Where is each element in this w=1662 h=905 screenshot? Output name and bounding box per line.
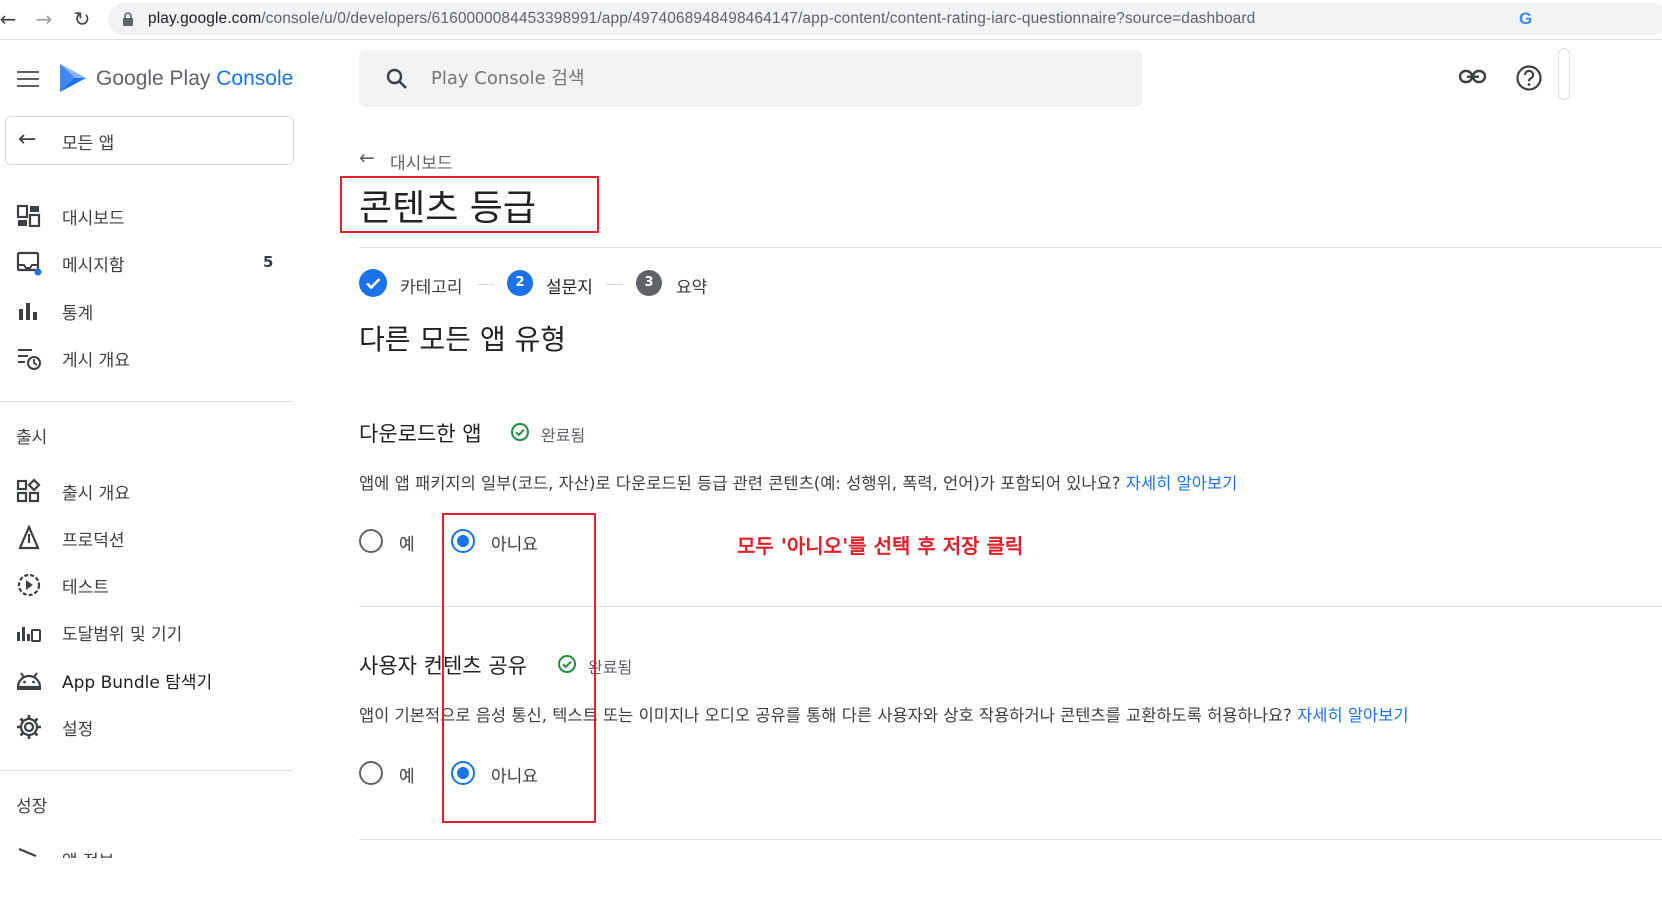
sidebar-section-release: 출시 — [16, 428, 48, 448]
help-icon[interactable] — [1515, 64, 1543, 92]
sidebar-item-reach-devices[interactable]: 도달범위 및 기기 — [0, 609, 295, 653]
sidebar-item-production[interactable]: 프로덕션 — [0, 515, 295, 559]
back-arrow-icon[interactable]: ← — [0, 6, 22, 34]
sidebar-item-release-overview[interactable]: 출시 개요 — [0, 468, 295, 512]
title-divider — [359, 247, 1662, 248]
sidebar-divider — [0, 401, 293, 402]
learn-more-link[interactable]: 자세히 알아보기 — [1126, 474, 1238, 493]
breadcrumb[interactable]: ← 대시보드 — [359, 147, 453, 174]
sidebar-item-app-bundle-explorer[interactable]: App Bundle 탐색기 — [0, 657, 295, 701]
status-complete: 완료됨 — [541, 426, 586, 445]
annotation-no-column-highlight — [442, 513, 596, 823]
sidebar-item-label: 앱 정보 — [62, 847, 114, 858]
sidebar-item-dashboard[interactable]: 대시보드 — [0, 193, 295, 237]
android-icon — [16, 672, 42, 690]
sidebar-item-label: 프로덕션 — [62, 531, 125, 551]
question-title-downloaded-app: 다운로드한 앱 — [359, 422, 482, 446]
logo-google-play: Google Play — [96, 67, 211, 90]
sidebar-item-inbox[interactable]: 메시지함 5 — [0, 240, 295, 284]
release-overview-icon — [16, 478, 41, 503]
dashboard-icon — [16, 204, 41, 228]
breadcrumb-label: 대시보드 — [390, 154, 453, 174]
sidebar-item-label: 설정 — [62, 720, 94, 740]
inbox-icon — [16, 251, 42, 276]
sidebar-divider — [0, 770, 293, 771]
step-label-summary: 요약 — [676, 278, 708, 298]
step-connector — [477, 284, 494, 285]
annotation-title-highlight — [340, 176, 599, 233]
address-bar[interactable]: play.google.com/console/u/0/developers/6… — [108, 3, 1662, 35]
sidebar-item-store-presence[interactable]: 앱 정보 — [0, 838, 295, 858]
menu-icon[interactable] — [17, 70, 41, 92]
question-text: 앱에 앱 패키지의 일부(코드, 자산)로 다운로드된 등급 관련 콘텐츠(예:… — [359, 470, 1237, 494]
sidebar-item-label: 테스트 — [62, 578, 109, 598]
inbox-count-badge: 5 — [263, 253, 274, 271]
gear-icon — [17, 715, 41, 739]
lock-icon — [123, 12, 133, 26]
testing-icon — [17, 573, 41, 597]
publishing-overview-icon — [18, 349, 41, 370]
all-apps-label: 모든 앱 — [62, 134, 115, 154]
store-icon — [18, 847, 37, 858]
sidebar-item-label: 대시보드 — [62, 209, 125, 229]
sidebar-item-testing[interactable]: 테스트 — [0, 562, 295, 606]
sidebar-item-statistics[interactable]: 통계 — [0, 288, 295, 332]
radio-yes-label: 예 — [399, 535, 415, 555]
sidebar-item-label: 도달범위 및 기기 — [62, 625, 183, 645]
sidebar-section-growth: 성장 — [16, 797, 48, 817]
question-divider — [359, 839, 1662, 840]
search-bar[interactable] — [359, 50, 1142, 107]
radio-yes-label: 예 — [399, 767, 415, 787]
sidebar: Google Play Console ← 모든 앱 대시보드 메시지함 5 통… — [0, 40, 300, 905]
step-number-pending: 3 — [636, 270, 662, 296]
production-icon — [18, 525, 40, 550]
search-icon — [386, 68, 407, 89]
step-number-active: 2 — [507, 270, 533, 296]
forward-arrow-icon[interactable]: → — [30, 6, 58, 34]
link-icon[interactable] — [1459, 66, 1487, 88]
radio-yes[interactable] — [359, 529, 383, 553]
arrow-back-icon: ← — [18, 127, 37, 152]
question-text-body: 앱에 앱 패키지의 일부(코드, 자산)로 다운로드된 등급 관련 콘텐츠(예:… — [359, 474, 1121, 493]
radio-yes[interactable] — [359, 761, 383, 785]
sidebar-item-label: App Bundle 탐색기 — [62, 673, 213, 693]
browser-toolbar: ← → ↻ play.google.com/console/u/0/develo… — [0, 0, 1662, 40]
sidebar-item-label: 출시 개요 — [62, 484, 130, 504]
sidebar-item-label: 메시지함 — [62, 256, 125, 276]
url-text: play.google.com/console/u/0/developers/6… — [148, 10, 1256, 27]
step-label-questionnaire: 설문지 — [546, 278, 593, 298]
step-label-category: 카테고리 — [400, 278, 463, 298]
account-panel-edge[interactable] — [1558, 48, 1570, 100]
check-circle-icon — [511, 423, 529, 441]
annotation-instruction: 모두 '아니오'를 선택 후 저장 클릭 — [737, 534, 1024, 558]
sidebar-item-publishing-overview[interactable]: 게시 개요 — [0, 335, 295, 379]
reload-icon[interactable]: ↻ — [68, 6, 96, 34]
step-connector — [606, 284, 623, 285]
sidebar-item-label: 통계 — [62, 304, 94, 324]
sidebar-item-settings[interactable]: 설정 — [0, 704, 295, 748]
breadcrumb-back-icon: ← — [359, 147, 375, 169]
learn-more-link[interactable]: 자세히 알아보기 — [1297, 706, 1409, 725]
search-input[interactable] — [431, 68, 1031, 89]
section-title: 다른 모든 앱 유형 — [359, 323, 567, 356]
step-done-check-icon — [359, 269, 387, 297]
reach-devices-icon — [17, 627, 41, 642]
google-g-icon[interactable]: G — [1519, 9, 1532, 29]
sidebar-item-label: 게시 개요 — [62, 351, 130, 371]
bar-chart-icon — [19, 303, 37, 320]
all-apps-button[interactable]: ← 모든 앱 — [5, 116, 294, 165]
stepper: 카테고리 2 설문지 3 요약 — [359, 268, 779, 300]
play-console-logo-icon[interactable] — [58, 62, 88, 98]
logo-console: Console — [216, 67, 294, 90]
product-name: Google Play Console — [96, 67, 293, 91]
